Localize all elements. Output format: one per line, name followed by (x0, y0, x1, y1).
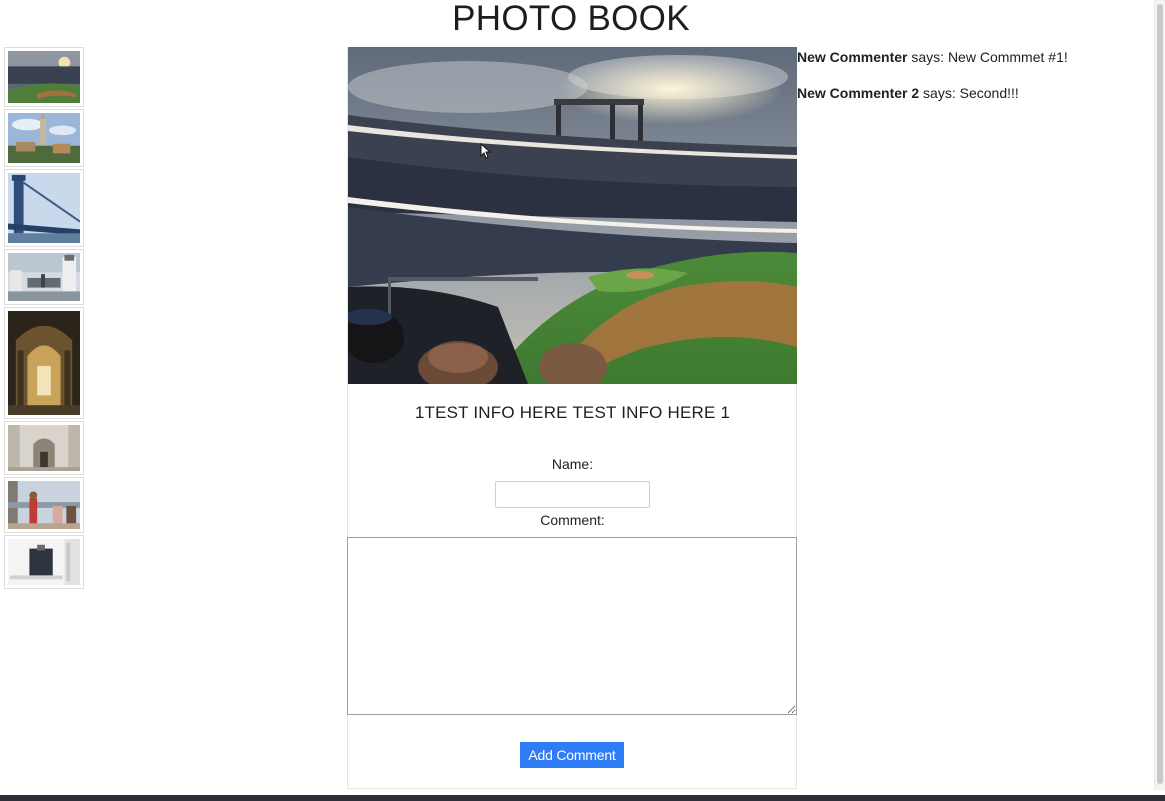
comment-textarea[interactable] (347, 537, 797, 715)
stadium-photo (348, 47, 797, 384)
add-comment-button[interactable]: Add Comment (520, 742, 624, 768)
photo-info: 1TEST INFO HERE TEST INFO HERE 1 (414, 403, 731, 422)
comment-label: Comment: (540, 512, 605, 528)
os-taskbar-edge (0, 795, 1165, 801)
vertical-scrollbar[interactable] (1154, 0, 1165, 790)
building-window-thumbnail[interactable] (4, 535, 84, 589)
name-input[interactable] (495, 481, 650, 508)
bridge-thumbnail[interactable] (4, 169, 84, 247)
cathedral-interior-thumbnail[interactable] (4, 307, 84, 419)
photo-card: 1TEST INFO HERE TEST INFO HERE 1 Name: C… (347, 47, 797, 789)
scrollbar-thumb[interactable] (1157, 4, 1163, 784)
comment-text: New Commmet #1! (947, 49, 1068, 65)
comment-author: New Commenter (797, 49, 908, 65)
name-label: Name: (551, 456, 594, 472)
comment-says: says: (907, 49, 948, 65)
page-title: PHOTO BOOK (452, 0, 690, 38)
comment-item: New Commenter 2 says: Second!!! (797, 84, 1137, 102)
main-photo (348, 47, 797, 384)
terrace-crowd-thumbnail[interactable] (4, 477, 84, 533)
comment-says: says: (919, 85, 960, 101)
page: PHOTO BOOK 1TEST INFO HERE TEST INFO HER… (0, 0, 1165, 801)
arch-interior-thumbnail[interactable] (4, 421, 84, 475)
comment-text: Second!!! (959, 85, 1019, 101)
comment-list: New Commenter says: New Commmet #1! New … (797, 48, 1137, 120)
comment-item: New Commenter says: New Commmet #1! (797, 48, 1137, 66)
stadium-thumbnail[interactable] (4, 47, 84, 107)
comment-author: New Commenter 2 (797, 85, 920, 101)
harbor-thumbnail[interactable] (4, 249, 84, 305)
thumbnail-list (4, 47, 84, 589)
church-spire-thumbnail[interactable] (4, 109, 84, 167)
mouse-pointer-icon (480, 143, 492, 159)
